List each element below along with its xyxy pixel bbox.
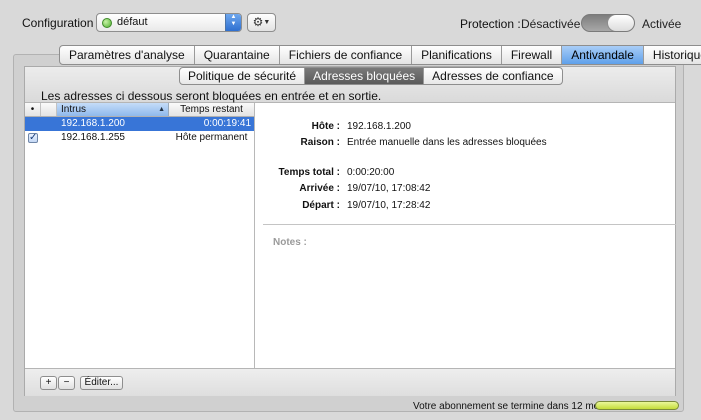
configuration-select[interactable]: défaut ▲ ▼ (96, 13, 242, 32)
gear-icon: ⚙ (252, 15, 264, 29)
status-dot-icon (102, 18, 112, 28)
notes-label: Notes : (273, 237, 307, 248)
sort-ascending-icon: ▲ (158, 106, 165, 113)
total-time-value: 0:00:20:00 (347, 167, 395, 178)
tab-politique-securite[interactable]: Politique de sécurité (180, 68, 304, 84)
checkmark-icon: ✓ (29, 132, 38, 143)
column-header-intrus[interactable]: Intrus ▲ (57, 103, 169, 116)
protection-toggle[interactable] (581, 14, 635, 32)
table-row[interactable]: ✓ 192.168.1.255 Hôte permanent (25, 131, 254, 145)
edit-button[interactable]: Éditer... (80, 376, 123, 390)
row-time: 0:00:19:41 (203, 118, 251, 129)
row-ip: 192.168.1.255 (61, 132, 125, 143)
host-value: 192.168.1.200 (347, 121, 411, 132)
tab-parametres-analyse[interactable]: Paramètres d'analyse (60, 46, 194, 64)
subscription-bar (595, 401, 679, 410)
arrival-label: Arrivée : (299, 183, 340, 194)
sub-tabs: Politique de sécurité Adresses bloquées … (179, 67, 563, 85)
main-tabs: Paramètres d'analyse Quarantaine Fichier… (59, 45, 701, 65)
toggle-knob[interactable] (607, 15, 634, 31)
gear-menu-button[interactable]: ⚙▼ (247, 13, 276, 32)
table-row[interactable]: 192.168.1.200 0:00:19:41 (25, 117, 254, 131)
configuration-label: Configuration : (22, 16, 101, 30)
chevron-down-icon: ▼ (263, 19, 271, 26)
select-arrows-icon: ▲ ▼ (225, 14, 241, 31)
tab-quarantaine[interactable]: Quarantaine (193, 46, 279, 64)
reason-label: Raison : (300, 137, 340, 148)
protection-label: Protection : (460, 17, 521, 31)
departure-label: Départ : (302, 200, 340, 211)
description-text: Les adresses ci dessous seront bloquées … (41, 89, 382, 103)
row-time: Hôte permanent (175, 132, 248, 143)
column-header-intrus-label: Intrus (61, 104, 87, 115)
configuration-value: défaut (117, 16, 148, 28)
departure-value: 19/07/10, 17:28:42 (347, 200, 431, 211)
tab-planifications[interactable]: Planifications (411, 46, 501, 64)
column-header-check[interactable] (41, 103, 57, 116)
tab-adresses-confiance[interactable]: Adresses de confiance (423, 68, 561, 84)
host-label: Hôte : (311, 121, 340, 132)
arrival-value: 19/07/10, 17:08:42 (347, 183, 431, 194)
row-ip: 192.168.1.200 (61, 118, 125, 129)
column-header-dot[interactable]: • (25, 103, 41, 116)
blocked-address-list[interactable]: • Intrus ▲ Temps restant 192.168.1.200 0… (25, 103, 255, 368)
protection-off-label: Désactivée (521, 17, 581, 31)
row-checkbox[interactable]: ✓ (28, 133, 38, 143)
column-header-temps[interactable]: Temps restant (169, 103, 254, 116)
protection-on-label: Activée (642, 17, 682, 31)
add-button[interactable]: + (40, 376, 57, 390)
subscription-text: Votre abonnement se termine dans 12 mois (413, 401, 607, 412)
tab-historiques[interactable]: Historiques (642, 46, 701, 64)
total-time-label: Temps total : (278, 167, 340, 178)
details-divider (263, 224, 676, 225)
list-header: • Intrus ▲ Temps restant (25, 103, 254, 117)
tab-firewall[interactable]: Firewall (500, 46, 561, 64)
tab-fichiers-confiance[interactable]: Fichiers de confiance (278, 46, 411, 64)
tab-adresses-bloquees[interactable]: Adresses bloquées (304, 68, 424, 84)
tab-antivandale[interactable]: Antivandale (561, 46, 643, 64)
reason-value: Entrée manuelle dans les adresses bloqué… (347, 137, 547, 148)
remove-button[interactable]: − (58, 376, 75, 390)
